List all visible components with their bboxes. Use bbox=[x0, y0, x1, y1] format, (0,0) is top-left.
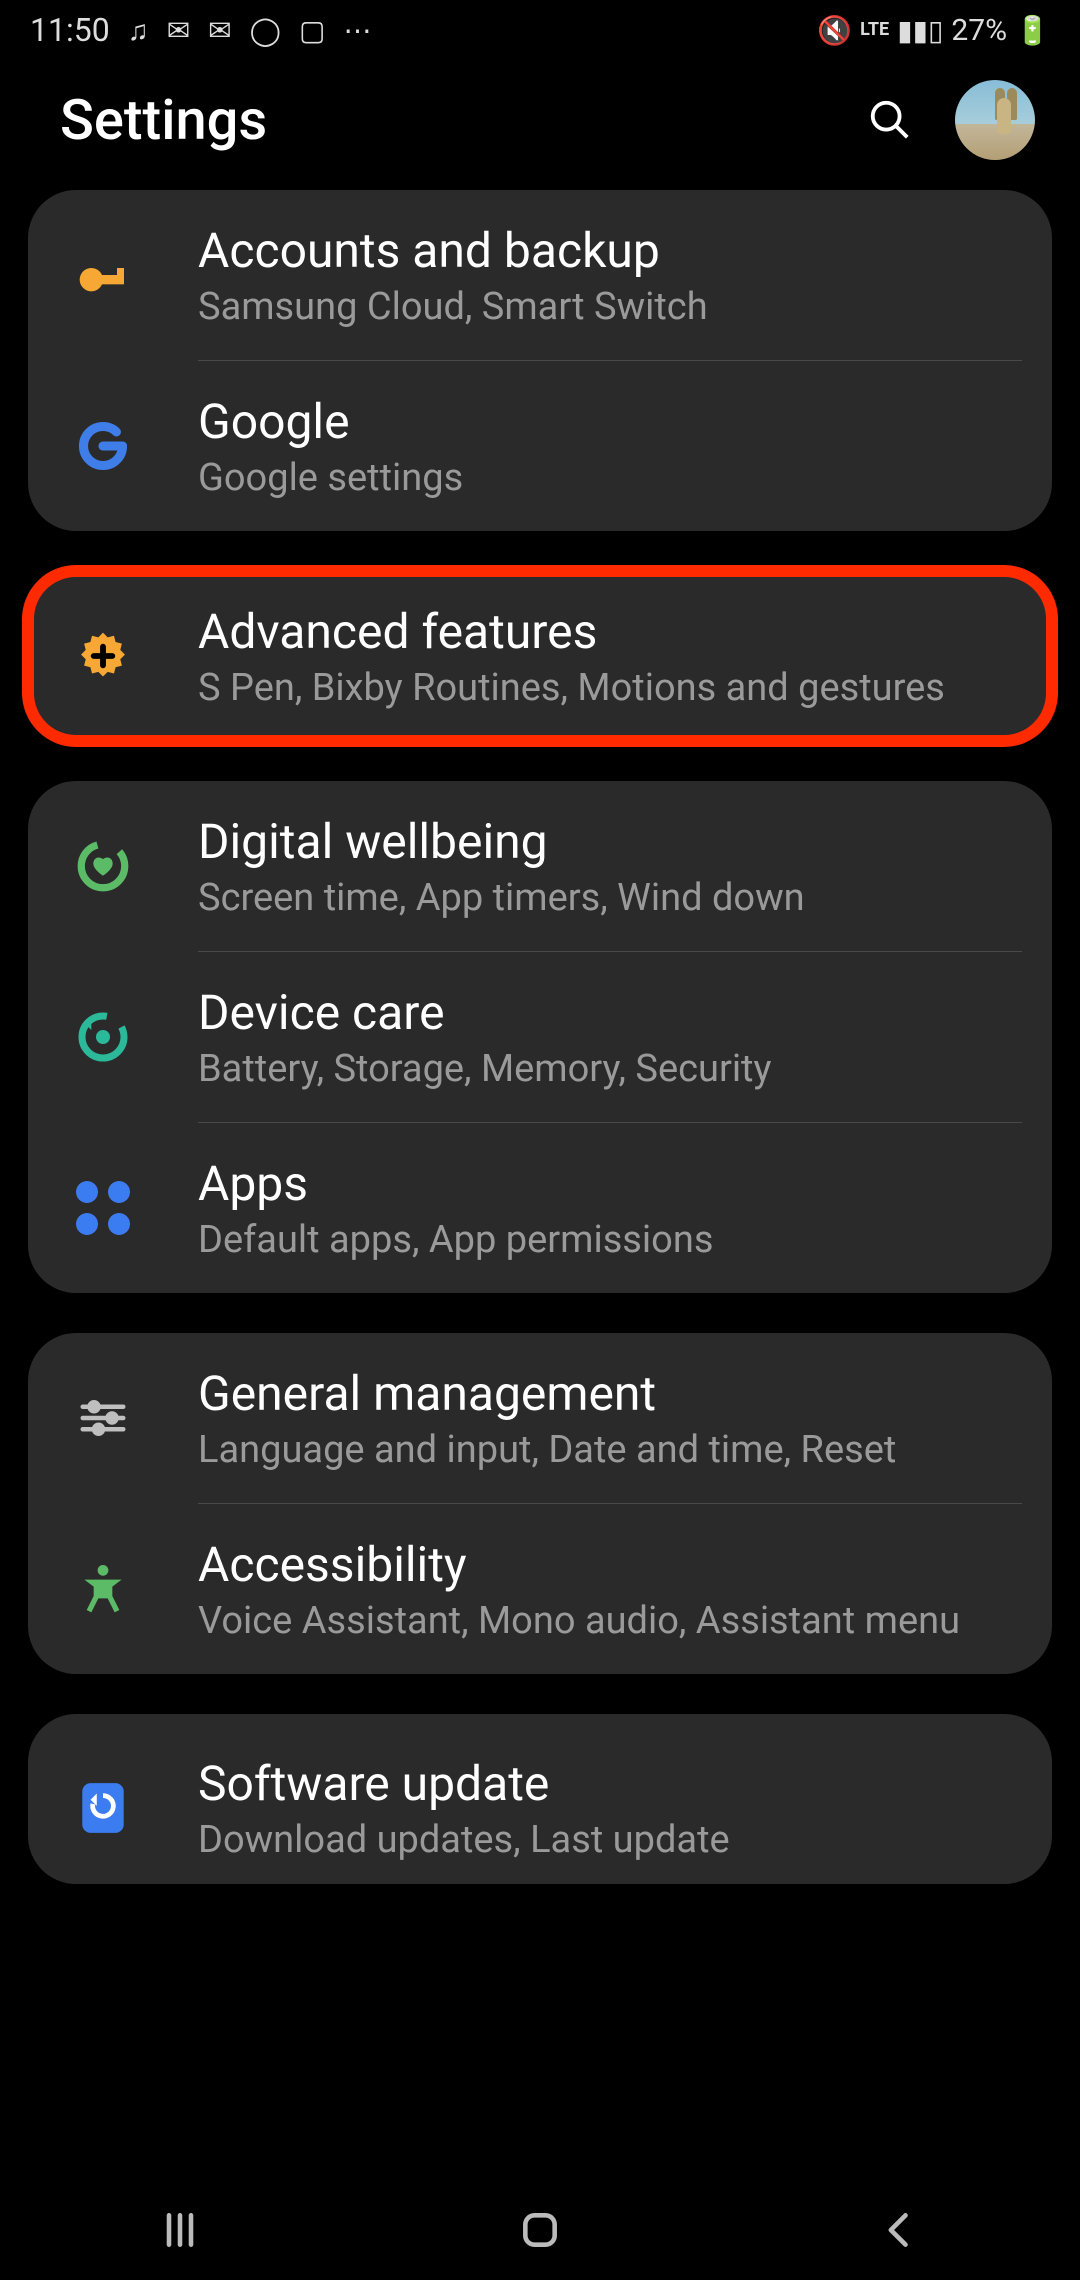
row-subtitle: Default apps, App permissions bbox=[198, 1218, 1002, 1262]
search-button[interactable] bbox=[865, 95, 915, 145]
home-icon bbox=[518, 2208, 562, 2252]
row-text: Device care Battery, Storage, Memory, Se… bbox=[198, 984, 1002, 1091]
overflow-icon: ⋯ bbox=[343, 14, 371, 47]
status-left: 11:50 ♫ ✉ ✉ ◯ ▢ ⋯ bbox=[30, 11, 371, 49]
row-title: Accounts and backup bbox=[198, 222, 1002, 279]
back-button[interactable] bbox=[840, 2200, 960, 2260]
row-text: Advanced features S Pen, Bixby Routines,… bbox=[198, 603, 1002, 710]
row-subtitle: Download updates, Last update bbox=[198, 1818, 1002, 1862]
row-title: Apps bbox=[198, 1155, 1002, 1212]
header-actions bbox=[865, 80, 1035, 160]
voicemail-icon: ✉ bbox=[167, 14, 190, 47]
row-subtitle: Language and input, Date and time, Reset bbox=[198, 1428, 1002, 1472]
music-icon: ♫ bbox=[128, 14, 149, 47]
status-right: 🔇 LTE ▮▮▯ 27% 🔋 bbox=[817, 13, 1050, 48]
row-text: Google Google settings bbox=[198, 393, 1002, 500]
google-icon bbox=[68, 411, 138, 481]
apps-icon bbox=[68, 1173, 138, 1243]
network-icon: LTE bbox=[860, 23, 889, 37]
row-software-update[interactable]: Software update Download updates, Last u… bbox=[28, 1714, 1052, 1884]
row-title: Advanced features bbox=[198, 603, 1002, 660]
row-subtitle: Battery, Storage, Memory, Security bbox=[198, 1047, 1002, 1091]
row-title: Digital wellbeing bbox=[198, 813, 1002, 870]
row-title: Google bbox=[198, 393, 1002, 450]
row-accounts-backup[interactable]: Accounts and backup Samsung Cloud, Smart… bbox=[28, 190, 1052, 360]
row-subtitle: Voice Assistant, Mono audio, Assistant m… bbox=[198, 1599, 1002, 1643]
person-icon bbox=[68, 1554, 138, 1624]
recent-icon bbox=[158, 2208, 202, 2252]
home-button[interactable] bbox=[480, 2200, 600, 2260]
refresh-ring-icon bbox=[68, 1002, 138, 1072]
row-text: Digital wellbeing Screen time, App timer… bbox=[198, 813, 1002, 920]
header: Settings bbox=[0, 60, 1080, 190]
recent-apps-button[interactable] bbox=[120, 2200, 240, 2260]
row-advanced-features[interactable]: Advanced features S Pen, Bixby Routines,… bbox=[28, 571, 1052, 741]
settings-group-highlighted: Advanced features S Pen, Bixby Routines,… bbox=[28, 571, 1052, 741]
row-accessibility[interactable]: Accessibility Voice Assistant, Mono audi… bbox=[28, 1504, 1052, 1674]
heart-ring-icon bbox=[68, 831, 138, 901]
row-subtitle: Google settings bbox=[198, 456, 1002, 500]
row-title: Software update bbox=[198, 1755, 1002, 1812]
row-title: Accessibility bbox=[198, 1536, 1002, 1593]
refresh-card-icon bbox=[68, 1773, 138, 1843]
battery-icon: 🔋 bbox=[1015, 14, 1050, 47]
nav-bar bbox=[0, 2180, 1080, 2280]
settings-group: Accounts and backup Samsung Cloud, Smart… bbox=[28, 190, 1052, 531]
gear-plus-icon bbox=[68, 621, 138, 691]
row-text: General management Language and input, D… bbox=[198, 1365, 1002, 1472]
back-icon bbox=[878, 2208, 922, 2252]
row-text: Accessibility Voice Assistant, Mono audi… bbox=[198, 1536, 1002, 1643]
search-icon bbox=[867, 97, 913, 143]
row-text: Software update Download updates, Last u… bbox=[198, 1755, 1002, 1862]
sliders-icon bbox=[68, 1383, 138, 1453]
row-text: Apps Default apps, App permissions bbox=[198, 1155, 1002, 1262]
row-subtitle: Screen time, App timers, Wind down bbox=[198, 876, 1002, 920]
settings-group: General management Language and input, D… bbox=[28, 1333, 1052, 1674]
page-title: Settings bbox=[60, 87, 865, 153]
row-device-care[interactable]: Device care Battery, Storage, Memory, Se… bbox=[28, 952, 1052, 1122]
row-title: General management bbox=[198, 1365, 1002, 1422]
status-bar: 11:50 ♫ ✉ ✉ ◯ ▢ ⋯ 🔇 LTE ▮▮▯ 27% 🔋 bbox=[0, 0, 1080, 60]
settings-group: Digital wellbeing Screen time, App timer… bbox=[28, 781, 1052, 1293]
status-time: 11:50 bbox=[30, 11, 110, 49]
row-subtitle: Samsung Cloud, Smart Switch bbox=[198, 285, 1002, 329]
watch-icon: ◯ bbox=[250, 14, 281, 47]
voicemail2-icon: ✉ bbox=[208, 14, 231, 47]
mute-icon: 🔇 bbox=[817, 14, 852, 47]
row-digital-wellbeing[interactable]: Digital wellbeing Screen time, App timer… bbox=[28, 781, 1052, 951]
settings-list[interactable]: Accounts and backup Samsung Cloud, Smart… bbox=[0, 190, 1080, 1884]
row-text: Accounts and backup Samsung Cloud, Smart… bbox=[198, 222, 1002, 329]
row-subtitle: S Pen, Bixby Routines, Motions and gestu… bbox=[198, 666, 1002, 710]
signal-icon: ▮▮▯ bbox=[897, 14, 943, 47]
image-icon: ▢ bbox=[299, 14, 325, 47]
settings-group: Software update Download updates, Last u… bbox=[28, 1714, 1052, 1884]
row-general-management[interactable]: General management Language and input, D… bbox=[28, 1333, 1052, 1503]
key-icon bbox=[68, 240, 138, 310]
battery-pct: 27% bbox=[951, 13, 1007, 48]
profile-avatar[interactable] bbox=[955, 80, 1035, 160]
row-apps[interactable]: Apps Default apps, App permissions bbox=[28, 1123, 1052, 1293]
row-title: Device care bbox=[198, 984, 1002, 1041]
row-google[interactable]: Google Google settings bbox=[28, 361, 1052, 531]
